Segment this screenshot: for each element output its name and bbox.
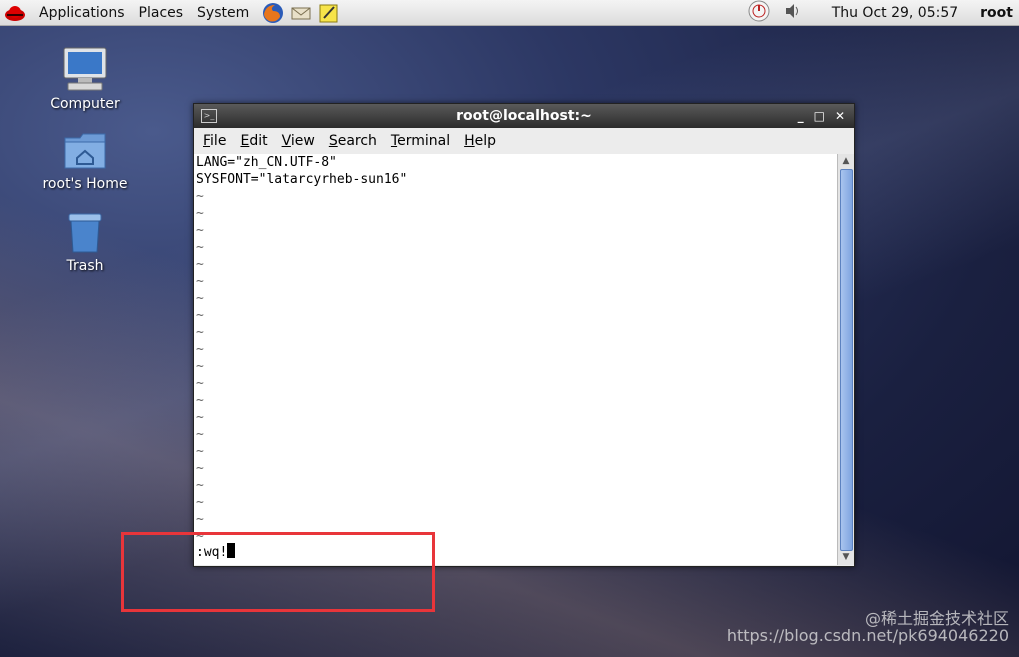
- watermark: https://blog.csdn.net/pk694046220 @稀土掘金技术…: [727, 609, 1009, 645]
- menu-file[interactable]: File: [196, 133, 233, 149]
- desktop-icon-label: root's Home: [42, 176, 128, 192]
- terminal-text-area[interactable]: LANG="zh_CN.UTF-8" SYSFONT="latarcyrheb-…: [194, 154, 837, 565]
- mail-icon[interactable]: [290, 2, 312, 24]
- desktop-icon-computer[interactable]: Computer: [30, 46, 140, 112]
- trash-icon: [68, 213, 102, 253]
- empty-line-tilde: ~: [196, 342, 204, 357]
- menu-search[interactable]: Search: [322, 133, 384, 149]
- terminal-window[interactable]: >_ root@localhost:~ _ □ ✕ File Edit View…: [193, 103, 855, 567]
- menu-terminal[interactable]: Terminal: [384, 133, 457, 149]
- empty-line-tilde: ~: [196, 410, 204, 425]
- empty-line-tilde: ~: [196, 427, 204, 442]
- empty-line-tilde: ~: [196, 223, 204, 238]
- empty-line-tilde: ~: [196, 512, 204, 527]
- empty-line-tilde: ~: [196, 461, 204, 476]
- empty-line-tilde: ~: [196, 478, 204, 493]
- vertical-scrollbar[interactable]: ▲ ▼: [837, 154, 854, 565]
- update-notifier-icon[interactable]: [746, 0, 772, 27]
- empty-line-tilde: ~: [196, 240, 204, 255]
- empty-line-tilde: ~: [196, 274, 204, 289]
- menu-view[interactable]: View: [275, 133, 322, 149]
- terminal-titlebar[interactable]: >_ root@localhost:~ _ □ ✕: [194, 104, 854, 128]
- panel-right-area: Thu Oct 29, 05:57 root: [746, 0, 1019, 25]
- menu-system[interactable]: System: [190, 5, 256, 21]
- watermark-overlay-text: @稀土掘金技术社区: [864, 609, 1009, 628]
- empty-line-tilde: ~: [196, 495, 204, 510]
- empty-line-tilde: ~: [196, 308, 204, 323]
- panel-user[interactable]: root: [980, 5, 1013, 21]
- menu-help[interactable]: Help: [457, 133, 503, 149]
- desktop-icon-trash[interactable]: Trash: [30, 210, 140, 274]
- empty-line-tilde: ~: [196, 393, 204, 408]
- firefox-icon[interactable]: [262, 2, 284, 24]
- empty-line-tilde: ~: [196, 291, 204, 306]
- menu-places[interactable]: Places: [132, 5, 191, 21]
- menu-applications[interactable]: Applications: [32, 5, 132, 21]
- scroll-up-arrow-icon[interactable]: ▲: [839, 155, 853, 168]
- volume-icon[interactable]: [784, 2, 802, 24]
- empty-line-tilde: ~: [196, 376, 204, 391]
- desktop-icon-label: Trash: [66, 258, 104, 274]
- home-folder-icon: [64, 133, 106, 169]
- file-line: LANG="zh_CN.UTF-8": [196, 155, 337, 170]
- empty-line-tilde: ~: [196, 189, 204, 204]
- terminal-menubar: File Edit View Search Terminal Help: [194, 128, 854, 154]
- empty-line-tilde: ~: [196, 444, 204, 459]
- file-line: SYSFONT="latarcyrheb-sun16": [196, 172, 408, 187]
- panel-clock[interactable]: Thu Oct 29, 05:57: [832, 5, 958, 21]
- close-button[interactable]: ✕: [835, 109, 845, 123]
- desktop-icon-label: Computer: [50, 96, 120, 112]
- window-title: root@localhost:~: [456, 108, 592, 124]
- scrollbar-thumb[interactable]: [840, 169, 853, 551]
- desktop-icon-home[interactable]: root's Home: [30, 130, 140, 192]
- notes-icon[interactable]: [318, 2, 340, 24]
- computer-icon: [63, 47, 107, 91]
- redhat-logo-icon[interactable]: [4, 3, 26, 23]
- scroll-down-arrow-icon[interactable]: ▼: [839, 551, 853, 564]
- maximize-button[interactable]: □: [814, 109, 825, 123]
- empty-line-tilde: ~: [196, 257, 204, 272]
- top-panel: Applications Places System Thu Oct 29, 0…: [0, 0, 1019, 26]
- empty-line-tilde: ~: [196, 359, 204, 374]
- minimize-button[interactable]: _: [798, 109, 804, 123]
- empty-line-tilde: ~: [196, 206, 204, 221]
- menu-edit[interactable]: Edit: [233, 133, 274, 149]
- empty-lines: ~ ~ ~ ~ ~ ~ ~ ~ ~ ~ ~ ~ ~ ~ ~ ~ ~ ~ ~ ~ ~: [194, 188, 837, 545]
- highlight-box: [121, 532, 435, 612]
- empty-line-tilde: ~: [196, 325, 204, 340]
